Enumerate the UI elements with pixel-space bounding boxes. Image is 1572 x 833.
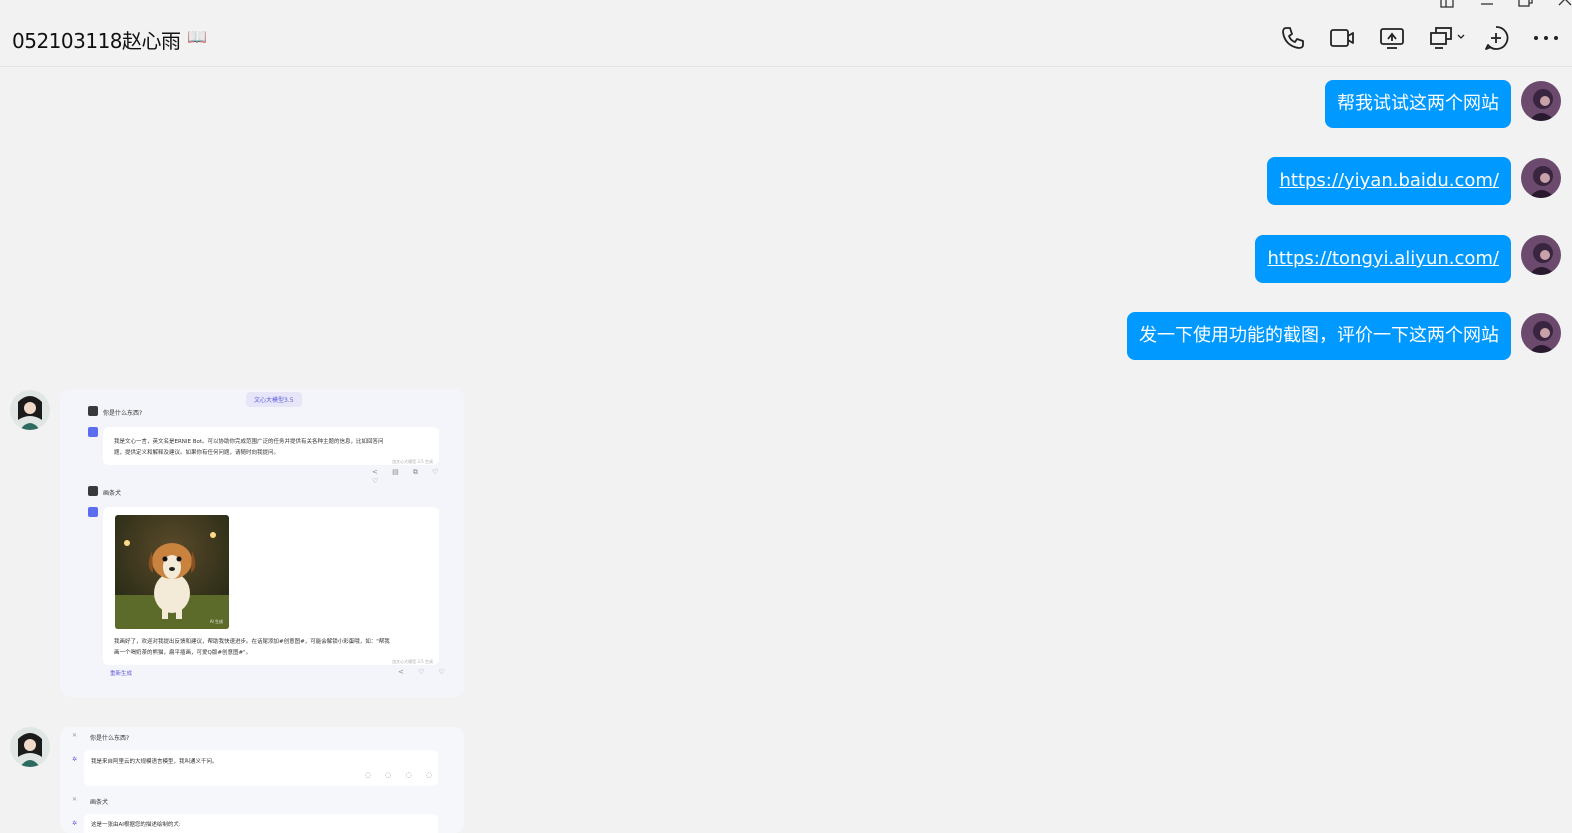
close-icon[interactable] [1556,0,1572,8]
message-bubble[interactable]: https://tongyi.aliyun.com/ [1255,235,1511,283]
answer-card: 我是来自阿里云的大规模语言模型，我叫通义千问。 ◌ ◌ ◌ ◌ [84,750,438,786]
avatar[interactable] [1521,235,1561,275]
video-call-icon[interactable] [1328,24,1356,52]
answer-text: 画一个喝奶茶的熊猫，扁平插画，可爱Q版#创意图#"。 [114,650,252,656]
answer-text: 题，提供定义和解释及建议。如果你有任何问题，请随时向我提问。 [114,450,280,456]
user-marker-icon: ✕ [72,796,78,803]
remote-assist-icon[interactable] [1428,24,1466,52]
answer-card: 这是一张由AI根据您的描述绘制的犬: [84,814,438,833]
avatar[interactable] [10,390,50,430]
message-text: 帮我试试这两个网站 [1337,93,1499,114]
message-bubble[interactable]: 帮我试试这两个网站 [1325,80,1511,128]
message-text: 发一下使用功能的截图，评价一下这两个网站 [1139,325,1499,346]
more-options-icon[interactable] [1532,24,1560,52]
question-text: 画条犬 [103,490,122,497]
question-text: 你是什么东西? [90,735,130,742]
screenshot-image-tongyi[interactable]: ✕ 你是什么东西? ✲ 我是来自阿里云的大规模语言模型，我叫通义千问。 ◌ ◌ … [60,727,464,833]
message-bubble[interactable]: https://yiyan.baidu.com/ [1267,157,1511,205]
user-avatar-icon [88,486,98,496]
model-pill: 文心大模型3.5 [246,392,302,407]
screenshot-image-ernie[interactable]: 文心大模型3.5 你是什么东西? 我是文心一言，英文名是ERNIE Bot。可以… [60,389,464,697]
answer-text: 我画好了，欢迎对我提出反馈和建议，帮助我快速进步。在话尾添加#创意图#，可能会解… [114,639,390,645]
question-text: 你是什么东西? [103,410,143,417]
bot-logo-icon: ✲ [72,756,78,763]
message-bubble[interactable]: 发一下使用功能的截图，评价一下这两个网站 [1127,312,1511,360]
answer-text: 这是一张由AI根据您的描述绘制的犬: [91,822,181,828]
answer-actions: < ▤ ⧉ ♡ ♡ [372,468,445,485]
bot-logo-icon [88,507,98,517]
chat-title[interactable]: 052103118赵心雨 [12,25,181,54]
avatar[interactable] [10,727,50,767]
question-text: 画条犬 [90,799,109,806]
chat-header: 052103118赵心雨 📖 [0,0,1572,67]
avatar[interactable] [1521,158,1561,198]
add-member-icon[interactable] [1482,24,1510,52]
answer-card: 我是文心一言，英文名是ERNIE Bot。可以协助你完成范围广泛的任务并提供有关… [103,427,439,465]
generated-dog-image[interactable]: AI 生成 [115,515,229,629]
user-avatar-icon [88,406,98,416]
voice-call-icon[interactable] [1279,24,1307,52]
message-link[interactable]: https://tongyi.aliyun.com/ [1267,248,1499,269]
image-tag: AI 生成 [209,619,223,624]
book-icon[interactable]: 📖 [187,27,207,46]
minimize-icon[interactable] [1478,0,1496,8]
answer-actions: ◌ ◌ ◌ ◌ [364,771,438,779]
answer-footer: 由文心大模型 3.5 生成 [392,459,433,464]
avatar[interactable] [1521,81,1561,121]
avatar[interactable] [1521,313,1561,353]
user-marker-icon: ✕ [72,732,78,739]
answer-text: 我是文心一言，英文名是ERNIE Bot。可以协助你完成范围广泛的任务并提供有关… [114,439,384,445]
answer-text: 我是来自阿里云的大规模语言模型，我叫通义千问。 [91,759,218,765]
bot-logo-icon: ✲ [72,820,78,827]
regenerate-link[interactable]: 重新生成 [110,669,132,677]
message-link[interactable]: https://yiyan.baidu.com/ [1279,170,1499,191]
answer-footer: 由文心大模型 3.5 生成 [392,659,433,664]
answer-card: AI 生成 我画好了，欢迎对我提出反馈和建议，帮助我快速进步。在话尾添加#创意图… [103,507,439,665]
bot-logo-icon [88,427,98,437]
pin-window-icon[interactable] [1438,0,1456,8]
restore-icon[interactable] [1516,0,1534,8]
screen-share-icon[interactable] [1378,24,1406,52]
answer-actions: < ♡ ♡ [398,668,451,676]
